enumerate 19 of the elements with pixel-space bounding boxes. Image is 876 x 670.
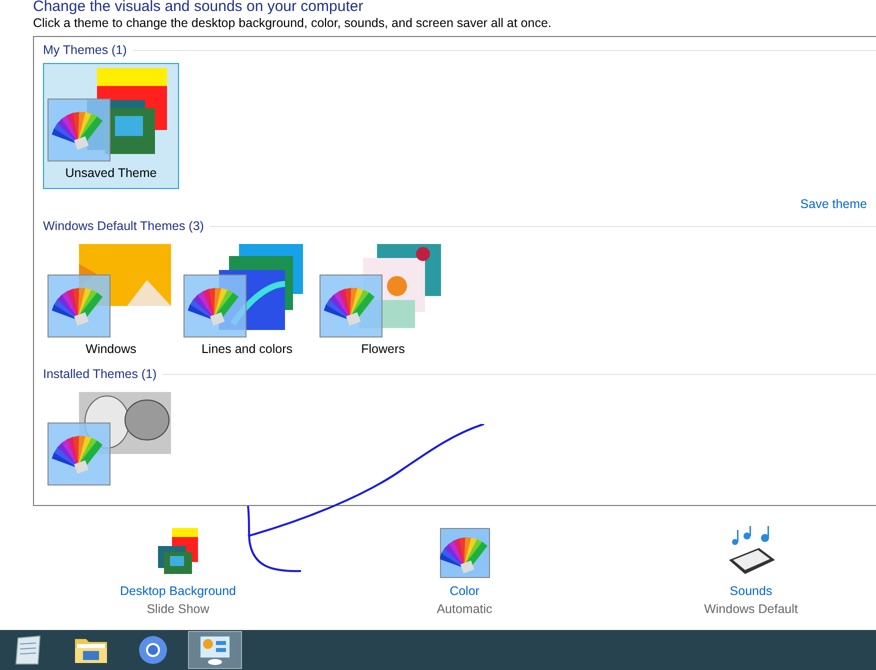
page-description: Click a theme to change the desktop background, color, sounds, and screen saver all at once. xyxy=(33,16,552,30)
setting-link[interactable]: Sounds xyxy=(730,584,772,598)
theme-tile[interactable]: Flowers xyxy=(315,239,451,365)
theme-tile[interactable]: Lines and colors xyxy=(179,239,315,365)
setting-value: Automatic xyxy=(436,602,492,616)
setting-link[interactable]: Desktop Background xyxy=(120,584,236,598)
theme-tile[interactable]: Windows xyxy=(43,239,179,365)
group-heading: My Themes (1) xyxy=(43,43,127,57)
group-heading: Installed Themes (1) xyxy=(43,367,157,381)
page-title: Change the visuals and sounds on your computer xyxy=(33,0,364,14)
group-heading: Windows Default Themes (3) xyxy=(43,219,204,233)
setting-link[interactable]: Color xyxy=(450,584,480,598)
theme-tile[interactable]: Unsaved Theme xyxy=(43,63,179,189)
control-panel-icon xyxy=(198,634,232,666)
setting-value: Slide Show xyxy=(146,602,210,616)
setting-value: Windows Default xyxy=(704,602,798,616)
save-theme-link[interactable]: Save theme xyxy=(800,197,867,211)
color-palette-icon xyxy=(440,528,490,578)
browser-icon xyxy=(138,635,168,665)
